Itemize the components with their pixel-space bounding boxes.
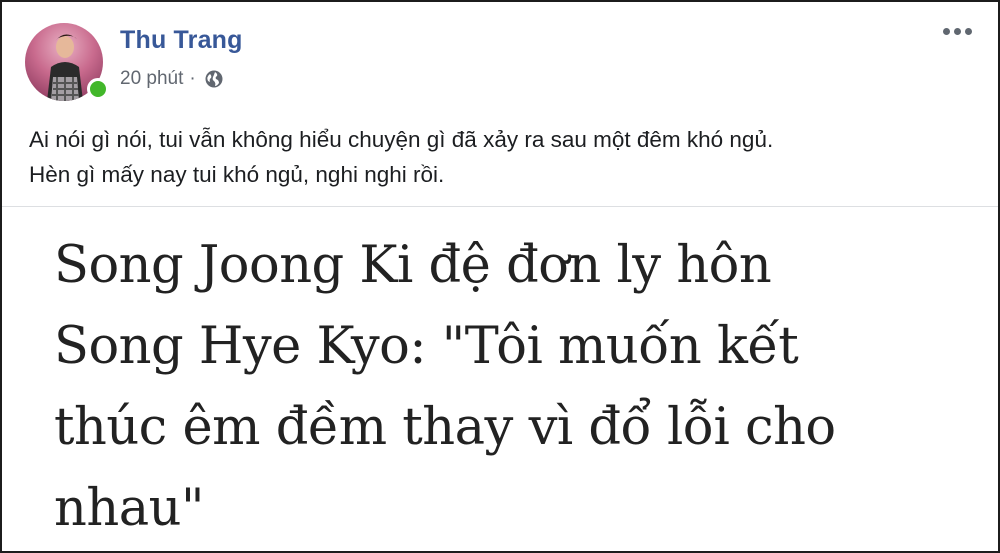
meta-separator: · xyxy=(189,68,196,89)
more-horizontal-icon xyxy=(943,28,950,35)
headline-line: nhau" xyxy=(54,479,204,538)
post-timestamp[interactable]: 20 phút xyxy=(120,68,183,90)
post-header: Thu Trang 20 phút · xyxy=(2,2,998,112)
article-headline: Song Joong Ki đệ đơn ly hôn Song Hye Kyo… xyxy=(54,225,954,549)
headline-line: thúc êm đềm thay vì đổ lỗi cho xyxy=(54,398,836,457)
author-name[interactable]: Thu Trang xyxy=(120,26,243,55)
article-attachment[interactable]: Song Joong Ki đệ đơn ly hôn Song Hye Kyo… xyxy=(2,207,998,551)
post-text: Ai nói gì nói, tui vẫn không hiểu chuyện… xyxy=(29,122,979,192)
facebook-post: Thu Trang 20 phút · Ai nói gì nói, tui v… xyxy=(0,0,1000,553)
more-options-button[interactable] xyxy=(943,28,972,35)
online-status-indicator xyxy=(87,78,109,100)
headline-line: Song Joong Ki đệ đơn ly hôn xyxy=(54,236,772,295)
post-text-line: Hèn gì mấy nay tui khó ngủ, nghi nghi rồ… xyxy=(29,162,445,187)
more-dot xyxy=(965,28,972,35)
globe-icon[interactable] xyxy=(204,69,224,89)
post-meta: 20 phút · xyxy=(120,68,224,90)
post-text-line: Ai nói gì nói, tui vẫn không hiểu chuyện… xyxy=(29,127,774,152)
headline-line: Song Hye Kyo: "Tôi muốn kết xyxy=(54,317,799,376)
more-dot xyxy=(954,28,961,35)
